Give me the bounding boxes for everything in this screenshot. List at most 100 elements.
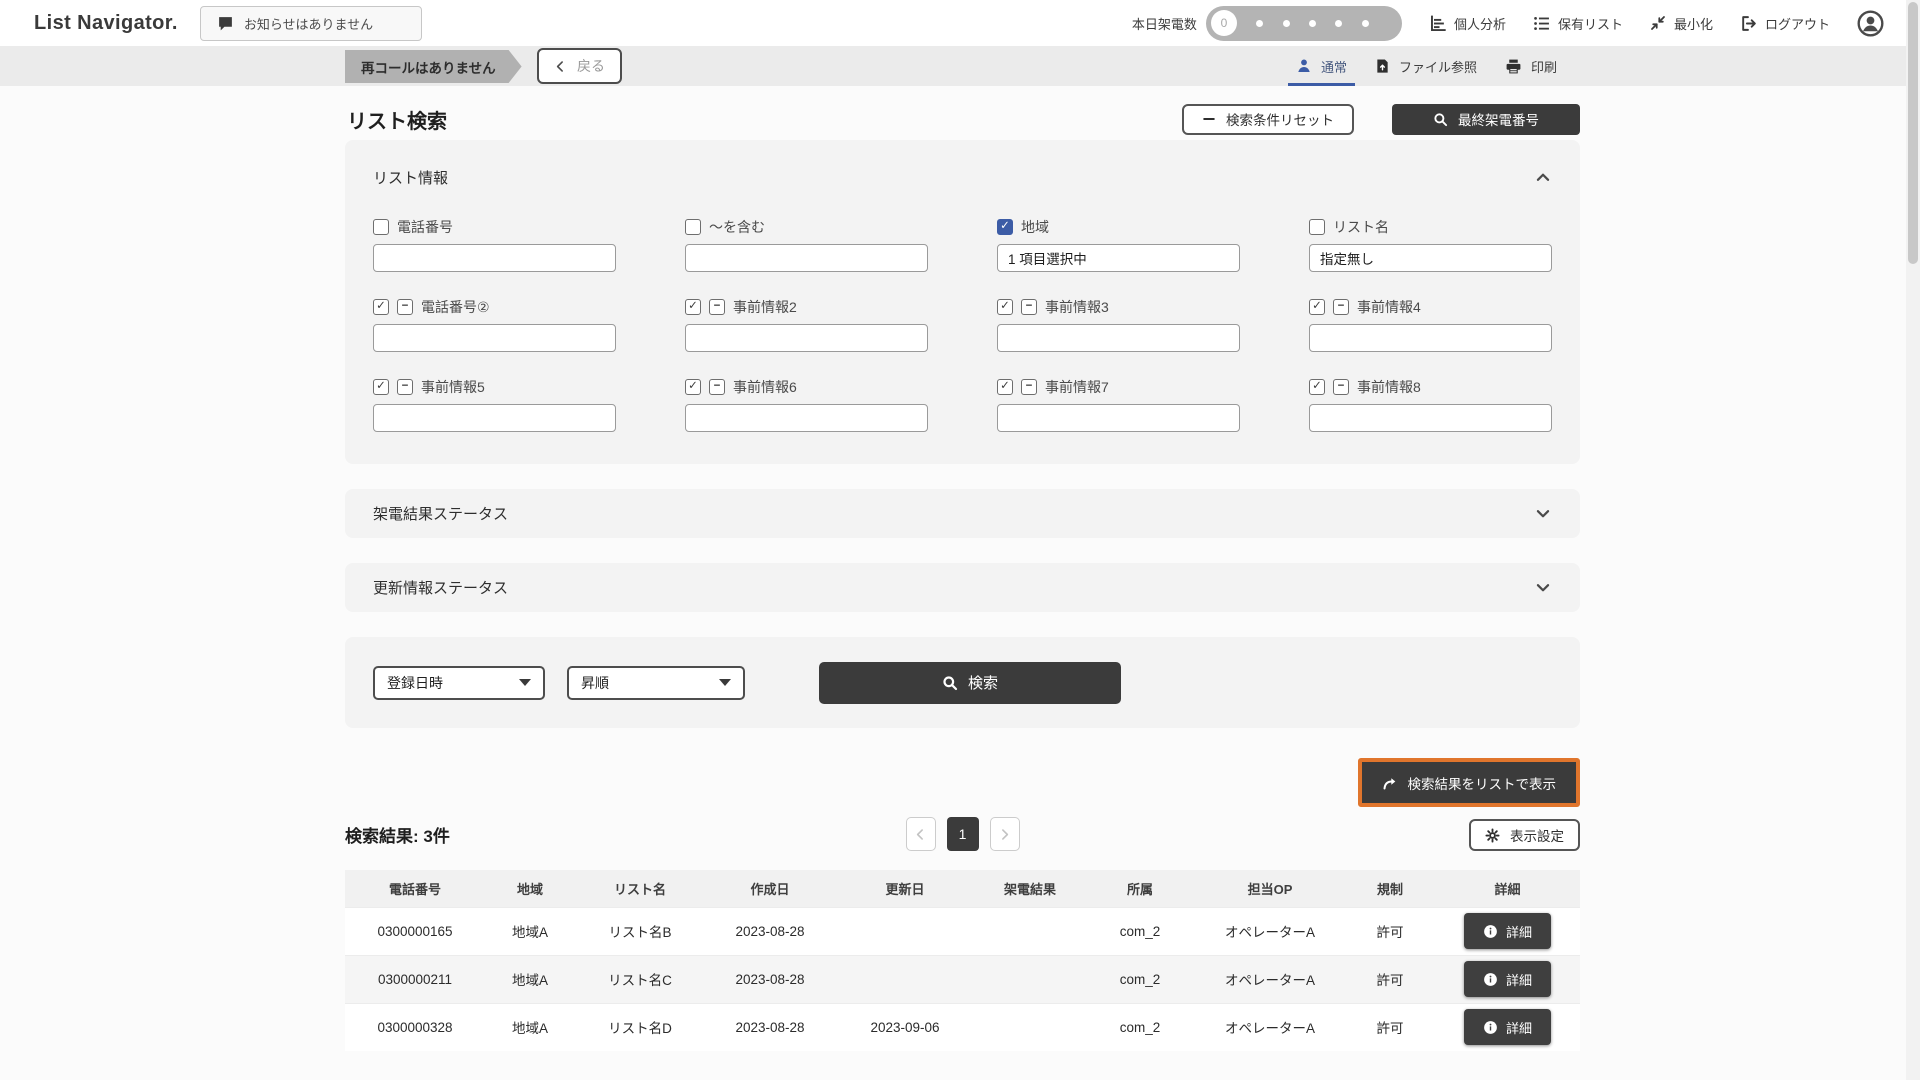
nav-owned-lists[interactable]: 保有リスト [1533,14,1623,33]
checkbox-unchecked[interactable] [685,219,701,235]
notice-banner[interactable]: お知らせはありません [200,6,422,41]
checkbox-unchecked[interactable] [373,219,389,235]
nav-personal-analysis[interactable]: 個人分析 [1429,14,1506,33]
search-button[interactable]: 検索 [819,662,1121,704]
progress-dots [1237,20,1388,27]
gear-icon [1485,828,1500,843]
pagination-current-page[interactable]: 1 [947,817,979,851]
search-field-1: ～を含む [685,218,928,272]
checkbox-exclude[interactable]: − [1333,299,1349,315]
cell-created: 2023-08-28 [705,907,835,955]
reset-search-conditions-button[interactable]: 検索条件リセット [1182,104,1354,135]
display-settings-button[interactable]: 表示設定 [1469,819,1580,851]
field-input[interactable] [1309,324,1552,352]
cell-operator: オペレーターA [1195,907,1345,955]
nav-minimize[interactable]: 最小化 [1650,14,1713,33]
field-label: 事前情報3 [1045,297,1109,317]
mode-tab-print[interactable]: 印刷 [1505,46,1557,86]
cell-updated [835,955,975,1003]
cell-operator: オペレーターA [1195,955,1345,1003]
checkbox-exclude[interactable]: − [1021,299,1037,315]
field-input[interactable] [373,324,616,352]
results-count: 検索結果: 3件 [345,822,450,847]
cell-phone: 0300000165 [345,907,485,955]
top-bar: List Navigator. お知らせはありません 本日架電数 0 個人分析 [0,0,1920,46]
list-icon [1533,15,1550,32]
cell-region: 地域A [485,907,575,955]
checkbox-include[interactable]: ✓ [685,299,701,315]
search-field-8: ✓−事前情報5 [373,378,616,432]
search-icon [1433,112,1448,127]
logout-icon [1740,15,1757,32]
nav-logout[interactable]: ログアウト [1740,14,1830,33]
checkbox-exclude[interactable]: − [397,379,413,395]
pagination-prev-button[interactable] [906,817,936,851]
field-input[interactable] [997,324,1240,352]
field-label: 事前情報2 [733,297,797,317]
field-input[interactable] [685,404,928,432]
checkbox-checked[interactable]: ✓ [997,219,1013,235]
field-label: 事前情報5 [421,377,485,397]
cell-call_result [975,907,1085,955]
vertical-scrollbar[interactable] [1906,0,1920,1080]
checkbox-exclude[interactable]: − [1021,379,1037,395]
list-info-panel-header[interactable]: リスト情報 [373,160,1552,194]
column-header: 詳細 [1435,870,1580,907]
field-input[interactable] [685,244,928,272]
update-info-status-section[interactable]: 更新情報ステータス [345,563,1580,612]
search-field-9: ✓−事前情報6 [685,378,928,432]
field-input[interactable] [373,404,616,432]
field-input[interactable] [997,244,1240,272]
info-icon [1483,924,1498,939]
column-header: 電話番号 [345,870,485,907]
cell-created: 2023-08-28 [705,955,835,1003]
show-results-as-list-button[interactable]: 検索結果をリストで表示 [1358,758,1581,807]
detail-button[interactable]: 詳細 [1464,961,1551,997]
list-info-title: リスト情報 [373,167,448,188]
detail-button[interactable]: 詳細 [1464,913,1551,949]
column-header: 規制 [1345,870,1435,907]
minimize-icon [1650,15,1666,31]
pagination-next-button[interactable] [990,817,1020,851]
checkbox-include[interactable]: ✓ [997,299,1013,315]
call-result-status-section[interactable]: 架電結果ステータス [345,489,1580,538]
last-called-number-button[interactable]: 最終架電番号 [1392,104,1580,135]
column-header: 地域 [485,870,575,907]
sort-search-panel: 登録日時 昇順 検索 [345,637,1580,728]
field-input[interactable] [685,324,928,352]
checkbox-exclude[interactable]: − [709,299,725,315]
list-info-grid: 電話番号～を含む✓地域リスト名✓−電話番号②✓−事前情報2✓−事前情報3✓−事前… [373,218,1552,432]
cell-phone: 0300000211 [345,955,485,1003]
cell-dept: com_2 [1085,907,1195,955]
field-label: 事前情報8 [1357,377,1421,397]
search-field-6: ✓−事前情報3 [997,298,1240,352]
back-button[interactable]: 戻る [537,48,622,84]
checkbox-exclude[interactable]: − [397,299,413,315]
field-input[interactable] [1309,244,1552,272]
field-input[interactable] [1309,404,1552,432]
checkbox-include[interactable]: ✓ [373,299,389,315]
info-icon [1483,972,1498,987]
mode-tab-normal[interactable]: 通常 [1296,46,1347,86]
checkbox-exclude[interactable]: − [709,379,725,395]
field-label: 事前情報7 [1045,377,1109,397]
checkbox-exclude[interactable]: − [1333,379,1349,395]
checkbox-include[interactable]: ✓ [997,379,1013,395]
user-avatar-icon[interactable] [1857,10,1884,37]
checkbox-include[interactable]: ✓ [373,379,389,395]
search-field-3: リスト名 [1309,218,1552,272]
checkbox-include[interactable]: ✓ [685,379,701,395]
mode-tab-file-reference[interactable]: ファイル参照 [1375,46,1477,86]
detail-button[interactable]: 詳細 [1464,1009,1551,1045]
column-header: 更新日 [835,870,975,907]
field-input[interactable] [997,404,1240,432]
scrollbar-thumb[interactable] [1908,2,1918,264]
checkbox-include[interactable]: ✓ [1309,379,1325,395]
checkbox-unchecked[interactable] [1309,219,1325,235]
field-input[interactable] [373,244,616,272]
checkbox-include[interactable]: ✓ [1309,299,1325,315]
sort-field-select[interactable]: 登録日時 [373,666,545,700]
sort-order-select[interactable]: 昇順 [567,666,745,700]
cell-list_name: リスト名B [575,907,705,955]
search-field-5: ✓−事前情報2 [685,298,928,352]
